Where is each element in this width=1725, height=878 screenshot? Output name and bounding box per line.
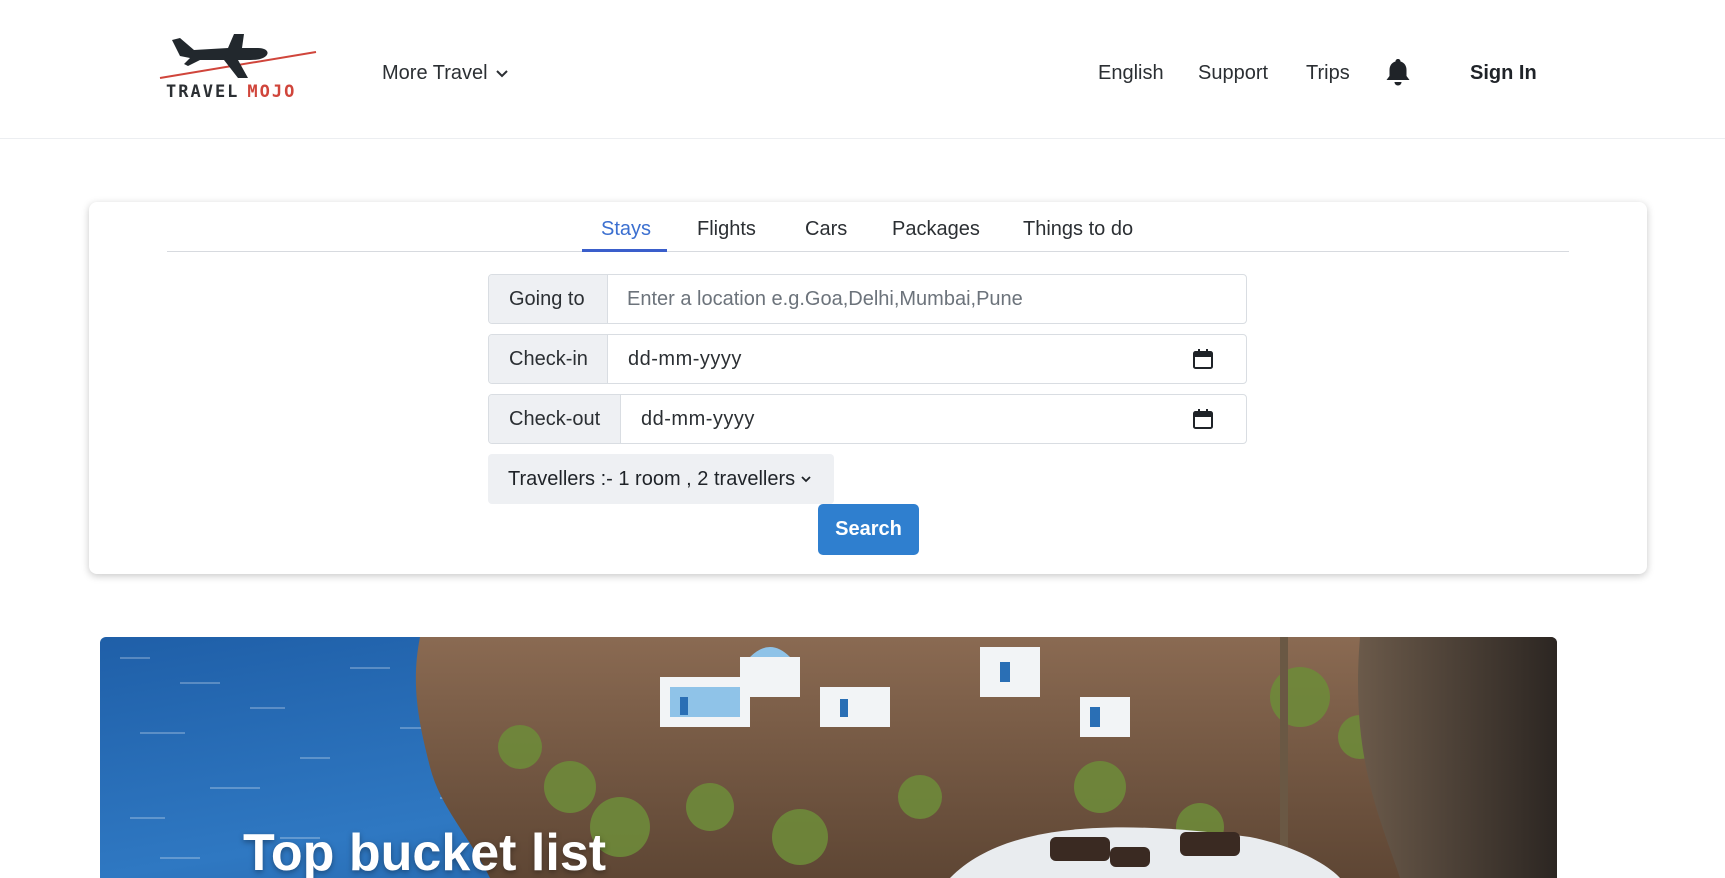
check-out-date-input[interactable]: dd-mm-yyyy [621,395,1192,443]
check-out-label: Check-out [489,395,621,443]
logo-word-travel: TRAVEL [166,82,240,102]
check-out-field: Check-out dd-mm-yyyy [488,394,1247,444]
check-in-field: Check-in dd-mm-yyyy [488,334,1247,384]
going-to-label: Going to [489,275,608,323]
airplane-icon [159,34,317,79]
tab-things-to-do[interactable]: Things to do [1023,218,1133,253]
support-link[interactable]: Support [1198,62,1268,85]
chevron-down-icon [801,475,811,482]
calendar-icon[interactable] [1192,348,1214,370]
search-card: Stays Flights Cars Packages Things to do… [89,202,1647,574]
hero-title: Top bucket list [243,824,607,878]
travellers-dropdown[interactable]: Travellers :- 1 room , 2 travellers [488,454,834,504]
hero-banner: Top bucket list [100,637,1557,878]
more-travel-dropdown[interactable]: More Travel [382,62,508,85]
trips-link[interactable]: Trips [1306,62,1350,85]
top-navbar: TRAVEL MOJO More Travel English Support T… [0,0,1725,139]
travel-mojo-logo[interactable]: TRAVEL MOJO [158,26,318,108]
location-input[interactable] [608,275,1246,323]
tab-flights[interactable]: Flights [697,218,756,253]
check-in-date-input[interactable]: dd-mm-yyyy [608,335,1192,383]
bell-icon[interactable] [1384,57,1412,87]
language-link[interactable]: English [1098,62,1164,85]
chevron-down-icon [495,69,508,77]
tab-packages[interactable]: Packages [892,218,980,253]
tab-stays[interactable]: Stays [601,218,651,253]
more-travel-label: More Travel [382,62,488,84]
tabs-divider [167,251,1569,252]
sign-in-button[interactable]: Sign In [1470,62,1537,85]
active-tab-indicator [582,249,667,252]
calendar-icon[interactable] [1192,408,1214,430]
search-button[interactable]: Search [818,504,919,555]
travellers-label: Travellers :- 1 room , 2 travellers [508,467,796,490]
check-in-label: Check-in [489,335,608,383]
logo-word-mojo: MOJO [247,82,297,102]
logo-text: TRAVEL MOJO [166,82,296,102]
going-to-field: Going to [488,274,1247,324]
tab-cars[interactable]: Cars [805,218,847,253]
